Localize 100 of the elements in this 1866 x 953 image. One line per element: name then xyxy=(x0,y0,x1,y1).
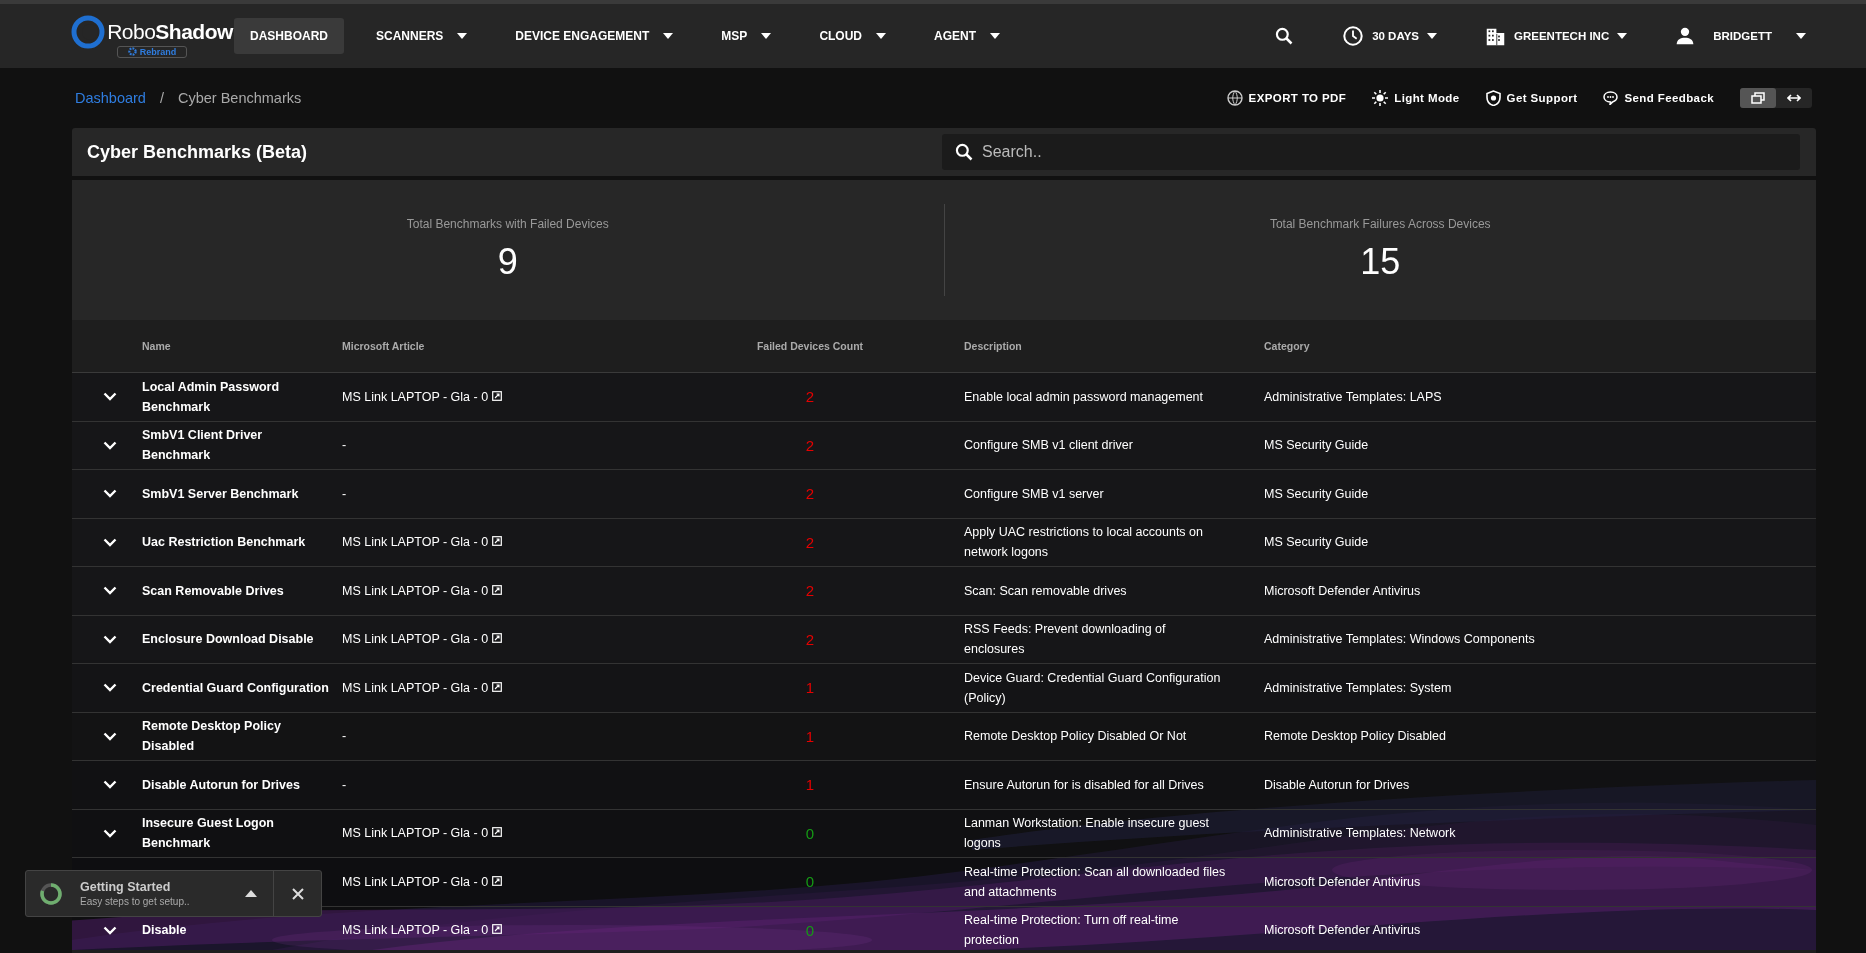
breadcrumb-current: Cyber Benchmarks xyxy=(177,90,302,106)
description-cell: Device Guard: Credential Guard Configuration (Policy) xyxy=(964,670,1221,705)
stat-value: 15 xyxy=(1360,241,1401,283)
toast-title: Getting Started xyxy=(80,880,172,894)
benchmark-name: Remote Desktop Policy Disabled xyxy=(142,719,281,754)
clock-icon xyxy=(1342,25,1365,47)
caret-down-icon xyxy=(990,33,1001,39)
caret-down-icon xyxy=(876,33,887,39)
benchmark-name: SmbV1 Server Benchmark xyxy=(142,486,299,501)
chevron-down-icon[interactable] xyxy=(103,537,117,547)
table-cell: - xyxy=(342,486,347,501)
boxed-width-toggle[interactable] xyxy=(1740,88,1776,108)
category-cell: MS Security Guide xyxy=(1264,438,1369,453)
article-link[interactable]: MS Link LAPTOP - Gla - 0 xyxy=(342,923,502,938)
nav-menu-item[interactable]: DASHBOARD xyxy=(234,18,344,54)
failed-count: 1 xyxy=(805,679,815,697)
external-link-icon xyxy=(491,924,502,935)
failed-count: 0 xyxy=(805,824,815,842)
description-cell: Ensure Autorun for is disabled for all Drives xyxy=(964,777,1204,792)
failed-count: 0 xyxy=(805,873,815,891)
caret-down-icon xyxy=(1796,33,1806,39)
failed-count: 2 xyxy=(805,533,815,551)
rebrand-badge[interactable]: Rebrand xyxy=(116,45,188,58)
category-cell: Administrative Templates: Windows Components xyxy=(1264,632,1535,647)
chevron-down-icon[interactable] xyxy=(103,780,117,790)
failed-count: 1 xyxy=(805,776,815,794)
chat-bubble-icon xyxy=(1603,91,1619,105)
close-icon xyxy=(291,887,304,900)
external-link-icon xyxy=(491,681,502,692)
description-cell: RSS Feeds: Prevent downloading of enclosures xyxy=(964,622,1166,657)
chevron-down-icon[interactable] xyxy=(103,586,117,596)
caret-down-icon xyxy=(457,33,468,39)
external-link-icon xyxy=(491,827,502,838)
category-cell: Administrative Templates: LAPS xyxy=(1264,389,1442,404)
caret-down-icon xyxy=(1617,33,1628,39)
toolbar-action-button[interactable]: Get Support xyxy=(1485,90,1578,106)
chevron-down-icon[interactable] xyxy=(103,683,117,693)
column-header: Description xyxy=(964,338,1023,354)
chevron-down-icon[interactable] xyxy=(103,489,117,499)
article-link[interactable]: MS Link LAPTOP - Gla - 0 xyxy=(342,874,502,889)
expand-caret-icon[interactable] xyxy=(245,890,257,897)
nav-menu-item[interactable]: DEVICE ENGAGEMENT xyxy=(499,18,690,54)
breadcrumb-link[interactable]: Dashboard xyxy=(75,90,146,106)
article-link[interactable]: MS Link LAPTOP - Gla - 0 xyxy=(342,535,502,550)
article-link[interactable]: MS Link LAPTOP - Gla - 0 xyxy=(342,826,502,841)
breadcrumb-separator: / xyxy=(159,90,164,106)
nav-menu-item[interactable]: SCANNERS xyxy=(360,18,484,54)
search-icon[interactable] xyxy=(1274,26,1295,46)
article-link[interactable]: MS Link LAPTOP - Gla - 0 xyxy=(342,680,502,695)
chevron-down-icon[interactable] xyxy=(103,731,117,741)
category-cell: Administrative Templates: Network xyxy=(1264,826,1456,841)
logo-icon xyxy=(71,14,106,49)
category-cell: Remote Desktop Policy Disabled xyxy=(1264,729,1447,744)
user-icon xyxy=(1675,26,1696,46)
caret-down-icon xyxy=(761,33,772,39)
benchmark-name: Uac Restriction Benchmark xyxy=(142,535,306,550)
category-cell: Microsoft Defender Antivirus xyxy=(1264,583,1421,598)
shield-icon xyxy=(1485,90,1501,106)
article-link[interactable]: MS Link LAPTOP - Gla - 0 xyxy=(342,583,502,598)
category-cell: Disable Autorun for Drives xyxy=(1264,777,1410,792)
toolbar-action-button[interactable]: EXPORT TO PDF xyxy=(1226,90,1347,106)
toolbar-action-button[interactable]: Light Mode xyxy=(1372,90,1460,106)
search-field[interactable]: Search.. xyxy=(942,134,1800,170)
nav-menu-item[interactable]: CLOUD xyxy=(803,18,903,54)
benchmark-name: Local Admin Password Benchmark xyxy=(142,379,280,414)
benchmark-name: SmbV1 Client Driver Benchmark xyxy=(142,428,263,463)
failed-count: 2 xyxy=(805,485,815,503)
article-link[interactable]: MS Link LAPTOP - Gla - 0 xyxy=(342,389,502,404)
description-cell: Scan: Scan removable drives xyxy=(964,583,1127,598)
description-cell: Real-time Protection: Scan all downloaded files and attachments xyxy=(964,864,1226,899)
chevron-down-icon[interactable] xyxy=(103,392,117,402)
nav-menu-item[interactable]: MSP xyxy=(705,18,788,54)
nav-menu-item[interactable]: AGENT xyxy=(918,18,1017,54)
failed-count: 2 xyxy=(805,436,815,454)
chevron-down-icon[interactable] xyxy=(103,440,117,450)
chevron-down-icon[interactable] xyxy=(103,828,117,838)
description-cell: Lanman Workstation: Enable insecure guest logons xyxy=(964,816,1210,851)
logo-text: RoboShadow xyxy=(107,19,233,44)
toolbar-action-button[interactable]: Send Feedback xyxy=(1603,91,1714,105)
failed-count: 2 xyxy=(805,388,815,406)
panel-title: Cyber Benchmarks (Beta) xyxy=(87,141,309,163)
column-header: Category xyxy=(1264,340,1311,352)
failed-count: 1 xyxy=(805,727,815,745)
table-cell: - xyxy=(342,729,347,744)
period-dropdown[interactable]: 30 DAYS xyxy=(1342,25,1437,47)
chevron-down-icon[interactable] xyxy=(103,925,117,935)
external-link-icon xyxy=(491,633,502,644)
category-cell: MS Security Guide xyxy=(1264,486,1369,501)
user-dropdown[interactable]: BRIDGETT xyxy=(1675,26,1806,46)
article-link[interactable]: MS Link LAPTOP - Gla - 0 xyxy=(342,632,502,647)
failed-count: 0 xyxy=(805,921,815,939)
column-header: Microsoft Article xyxy=(342,340,426,352)
company-dropdown[interactable]: GREENTECH INC xyxy=(1485,25,1628,47)
stat-label: Total Benchmarks with Failed Devices xyxy=(406,217,609,231)
globe-icon xyxy=(1226,90,1243,106)
progress-ring-icon xyxy=(40,882,62,905)
external-link-icon xyxy=(491,536,502,547)
chevron-down-icon[interactable] xyxy=(103,634,117,644)
stat-label: Total Benchmark Failures Across Devices xyxy=(1269,217,1491,231)
description-cell: Configure SMB v1 server xyxy=(964,486,1104,501)
